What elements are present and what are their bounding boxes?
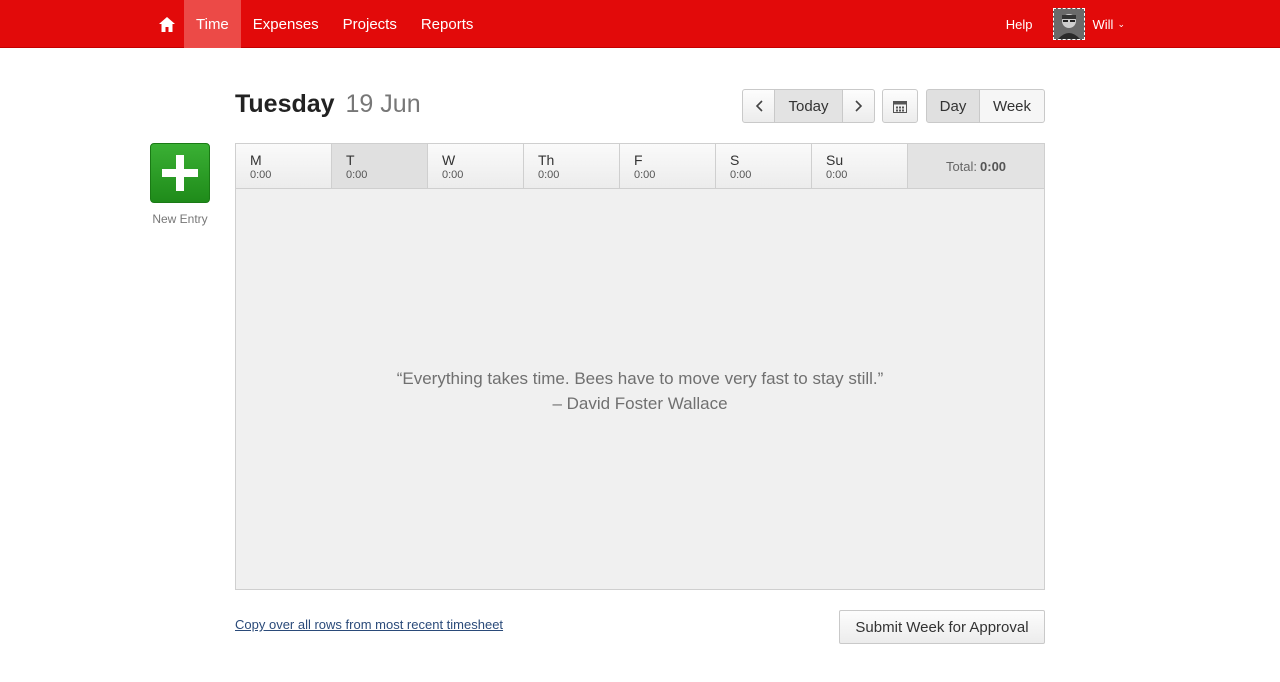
chevron-left-icon (755, 100, 763, 112)
day-total: 0:00 (538, 169, 560, 181)
week-total-value: 0:00 (980, 158, 1007, 174)
day-name: M (250, 152, 262, 168)
copy-rows-link[interactable]: Copy over all rows from most recent time… (235, 617, 503, 632)
quote-author: – David Foster Wallace (552, 394, 728, 413)
date-navigation: Today (742, 89, 875, 123)
day-tab-sunday[interactable]: Su 0:00 (812, 144, 908, 188)
day-total: 0:00 (442, 169, 464, 181)
timesheet-panel: M 0:00 T 0:00 W 0:00 Th 0:00 F 0:00 S 0:… (235, 143, 1045, 590)
nav-menu: Time Expenses Projects Reports (150, 0, 485, 48)
calendar-icon (893, 100, 907, 113)
day-name: S (730, 152, 740, 168)
nav-item-time[interactable]: Time (184, 0, 241, 48)
day-name: W (442, 152, 456, 168)
chevron-down-icon: ⌄ (1117, 18, 1125, 29)
chevron-right-icon (854, 100, 862, 112)
day-name: T (346, 152, 355, 168)
day-name: F (634, 152, 643, 168)
date-label: 19 Jun (345, 90, 421, 118)
new-entry-label: New Entry (152, 212, 208, 226)
nav-item-projects[interactable]: Projects (331, 0, 409, 48)
day-total: 0:00 (346, 169, 368, 181)
weekday-label: Tuesday (235, 90, 335, 118)
day-name: Th (538, 152, 555, 168)
user-menu[interactable]: Will ⌄ (1093, 17, 1125, 32)
day-total: 0:00 (634, 169, 656, 181)
nav-item-reports[interactable]: Reports (409, 0, 486, 48)
previous-day-button[interactable] (742, 89, 775, 123)
user-name: Will (1092, 16, 1114, 32)
day-tab-monday[interactable]: M 0:00 (236, 144, 332, 188)
view-toggle: Day Week (926, 89, 1045, 123)
week-total-label: Total: (945, 158, 978, 174)
calendar-button[interactable] (882, 89, 918, 123)
home-icon[interactable] (150, 0, 184, 48)
nav-item-expenses[interactable]: Expenses (241, 0, 331, 48)
empty-state-quote: “Everything takes time. Bees have to mov… (236, 366, 1044, 416)
week-total: Total: 0:00 (908, 144, 1044, 188)
today-button[interactable]: Today (775, 89, 843, 123)
new-entry-button[interactable] (150, 143, 210, 203)
week-days-bar: M 0:00 T 0:00 W 0:00 Th 0:00 F 0:00 S 0:… (236, 144, 1044, 189)
day-total: 0:00 (826, 169, 848, 181)
day-total: 0:00 (730, 169, 752, 181)
week-view-button[interactable]: Week (980, 89, 1045, 123)
avatar[interactable] (1052, 8, 1085, 40)
plus-icon (162, 155, 198, 191)
top-nav-bar: Time Expenses Projects Reports Help Will… (0, 0, 1280, 48)
next-day-button[interactable] (843, 89, 875, 123)
page-title: Tuesday 19 Jun (235, 90, 421, 119)
help-link[interactable]: Help (1006, 17, 1033, 32)
day-total: 0:00 (250, 169, 272, 181)
day-view-button[interactable]: Day (926, 89, 980, 123)
day-tab-thursday[interactable]: Th 0:00 (524, 144, 620, 188)
day-tab-friday[interactable]: F 0:00 (620, 144, 716, 188)
day-tab-saturday[interactable]: S 0:00 (716, 144, 812, 188)
day-tab-tuesday[interactable]: T 0:00 (332, 144, 428, 188)
day-name: Su (826, 152, 844, 168)
quote-text: “Everything takes time. Bees have to mov… (396, 369, 884, 388)
day-tab-wednesday[interactable]: W 0:00 (428, 144, 524, 188)
nav-right: Help Will ⌄ (1006, 0, 1125, 48)
submit-week-button[interactable]: Submit Week for Approval (839, 610, 1045, 644)
